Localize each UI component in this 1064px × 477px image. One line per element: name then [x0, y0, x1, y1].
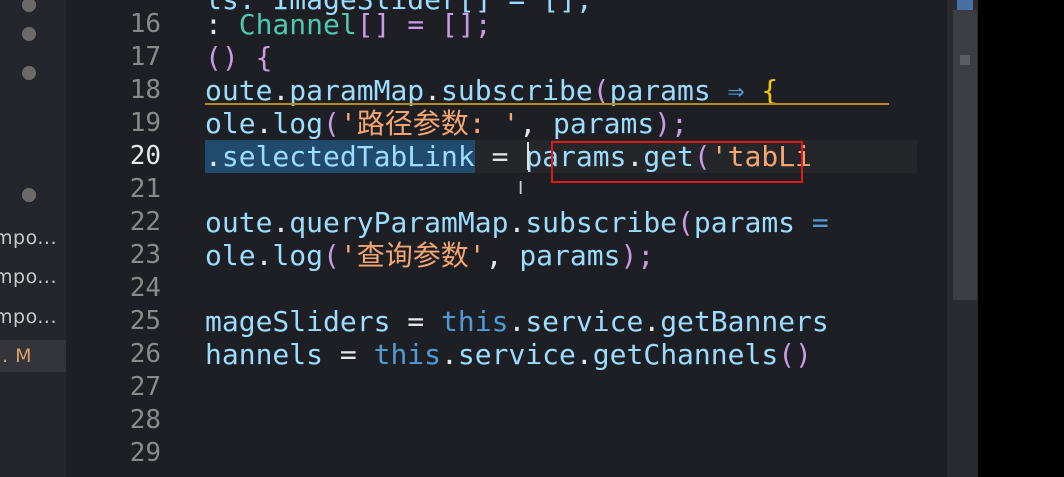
code-token: params: [519, 239, 621, 272]
line-number: 17: [129, 42, 161, 72]
code-token: service: [525, 305, 644, 338]
code-token: oute: [205, 206, 273, 239]
line-number: 26: [129, 339, 161, 369]
file-name: mpo...: [0, 266, 57, 288]
code-token: log: [272, 239, 324, 272]
code-token: getChannels: [592, 338, 779, 371]
code-token: this: [441, 305, 509, 338]
code-line: ole.log('路径参数: ', params);: [205, 107, 688, 140]
code-token: getBanners: [660, 305, 829, 338]
code-token: log: [272, 107, 324, 140]
code-token: service: [457, 338, 576, 371]
code-token: '路径参数: ': [339, 107, 520, 140]
code-token: this: [373, 338, 442, 371]
annotation-highlight-box: [551, 141, 803, 183]
code-token: hannels: [205, 338, 324, 371]
code-line: : Channel[] = [];: [205, 8, 492, 41]
line-number: 27: [129, 372, 161, 402]
selected-text: selectedTabLink: [221, 140, 475, 173]
code-token: (: [323, 239, 340, 272]
code-token: =: [474, 140, 526, 173]
code-token: =: [390, 305, 442, 338]
code-token: ole: [205, 239, 256, 272]
text-caret: [527, 142, 529, 170]
file-status-modified: . M: [2, 345, 32, 367]
code-token: .: [441, 338, 458, 371]
scrollbar-marker: [960, 55, 970, 65]
unsaved-dot-icon: [22, 0, 36, 12]
code-token: ole: [205, 107, 256, 140]
screen-edge: [978, 0, 1064, 477]
explorer-file-item-modified[interactable]: . M: [0, 340, 66, 372]
code-token: () {: [205, 41, 273, 74]
text-cursor-icon: I: [518, 178, 524, 199]
code-token: .: [643, 305, 661, 338]
unsaved-dot-icon: [22, 188, 36, 202]
code-token: =: [323, 338, 374, 371]
explorer-file-item[interactable]: mpo...: [0, 222, 66, 254]
code-line: ole.log('查询参数', params);: [205, 239, 654, 272]
code-token: subscribe: [525, 206, 678, 239]
line-number: 22: [129, 207, 161, 237]
unsaved-dot-icon: [22, 27, 36, 41]
code-token: .: [255, 107, 273, 140]
code-token: params: [553, 107, 655, 140]
code-line: oute.queryParamMap.subscribe(params =: [205, 206, 829, 239]
code-token: ,: [485, 239, 520, 272]
explorer-file-item[interactable]: mpo...: [0, 261, 66, 293]
code-token: .: [205, 140, 222, 173]
line-number: 20: [129, 141, 161, 171]
line-number: 25: [129, 306, 161, 336]
code-token: (: [323, 107, 340, 140]
line-number-gutter: 16 17 18 19 20 21 22 23 24 25 26 27 28 29: [66, 0, 206, 477]
code-token: );: [654, 107, 688, 140]
file-name: mpo...: [0, 227, 57, 249]
code-token: =: [795, 206, 829, 239]
code-line: hannels = this.service.getChannels(): [205, 338, 812, 371]
code-token: (): [778, 338, 812, 371]
code-token: :: [205, 8, 239, 41]
line-number: 28: [129, 405, 161, 435]
line-number: 24: [129, 273, 161, 303]
code-token: .: [575, 338, 593, 371]
bracket-match-underline: [205, 103, 889, 105]
line-number: 23: [129, 240, 161, 270]
code-token: ,: [519, 107, 554, 140]
minimap[interactable]: [917, 0, 947, 477]
code-editor[interactable]: ls: ImageSlider[] = []; : Channel[] = []…: [205, 0, 917, 477]
code-token: queryParamMap: [289, 206, 509, 239]
line-number: 21: [129, 174, 161, 204]
code-token: mageSliders: [205, 305, 391, 338]
line-number: 18: [129, 75, 161, 105]
file-explorer-sidebar: mpo... mpo... mpo... . M: [0, 0, 66, 477]
code-token: params: [693, 206, 796, 239]
file-name: mpo...: [0, 306, 57, 328]
code-token: );: [620, 239, 655, 272]
code-token: .: [508, 206, 526, 239]
code-token: Channel: [238, 8, 357, 41]
scrollbar-thumb[interactable]: [953, 10, 977, 300]
line-number: 19: [129, 108, 161, 138]
code-token: '查询参数': [339, 239, 486, 272]
code-token: .: [272, 206, 290, 239]
code-line: mageSliders = this.service.getBanners: [205, 305, 829, 338]
scroll-position-marker: [957, 0, 973, 10]
code-line: () {: [205, 41, 272, 74]
line-number: 29: [129, 438, 161, 468]
unsaved-dot-icon: [22, 66, 36, 80]
line-number: 16: [129, 9, 161, 39]
code-token: [] = [];: [356, 8, 492, 41]
code-token: .: [255, 239, 273, 272]
code-token: (: [677, 206, 694, 239]
code-token: .: [508, 305, 526, 338]
explorer-file-item[interactable]: mpo...: [0, 301, 66, 333]
